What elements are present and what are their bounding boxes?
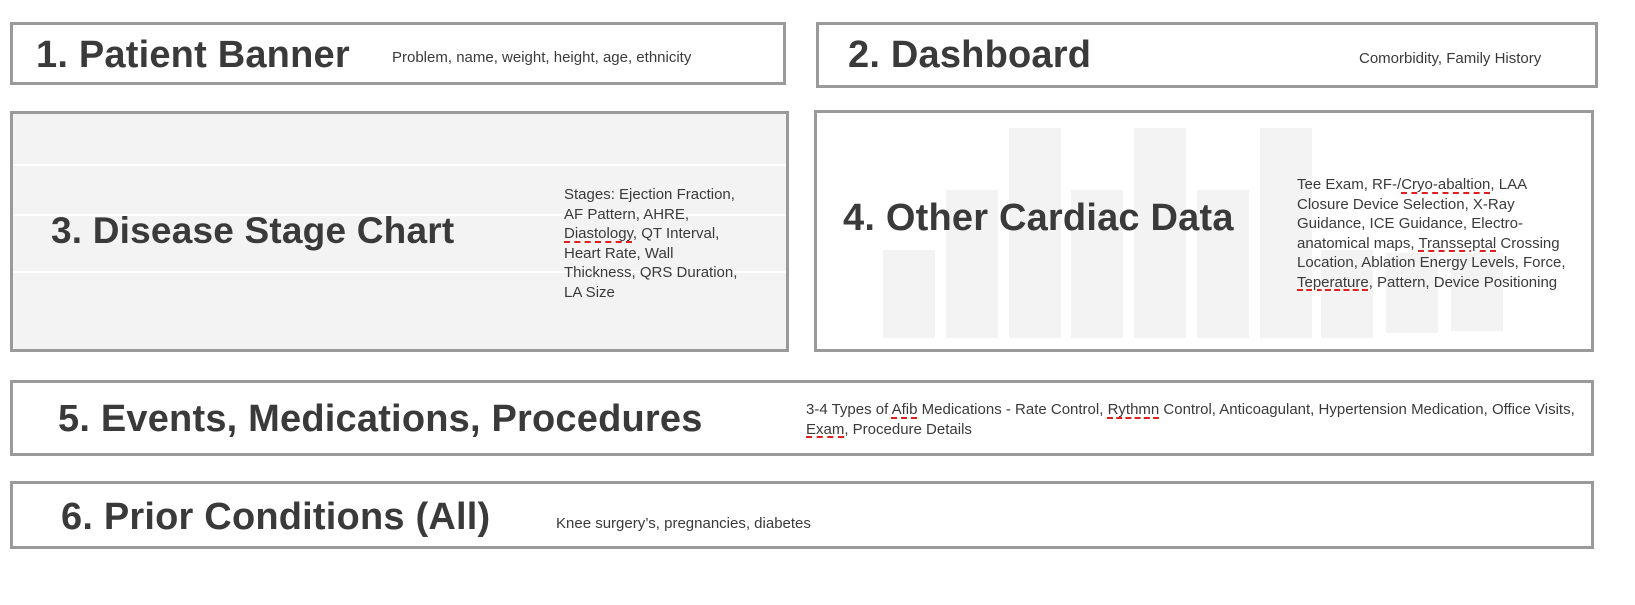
spellcheck-flagged-word: Teperature [1297,273,1369,291]
description-text: Medications - Rate Control, [917,401,1108,418]
patient-banner-title: 1. Patient Banner [36,34,350,76]
patient-banner-description: Problem, name, weight, height, age, ethn… [392,49,692,66]
diagram-canvas: 1. Patient Banner Problem, name, weight,… [0,0,1635,605]
description-text: , Procedure Details [844,420,972,438]
dashboard-box: 2. Dashboard Comorbidity, Family History [816,22,1598,88]
dashboard-description: Comorbidity, Family History [1359,50,1542,67]
spellcheck-flagged-word: Afib [891,401,918,418]
other-cardiac-data-description: Tee Exam, RF-/Cryo-abaltion, LAA Closure… [1297,175,1572,292]
events-medications-procedures-title: 5. Events, Medications, Procedures [58,398,703,440]
patient-banner-box: 1. Patient Banner Problem, name, weight,… [10,22,786,85]
description-text: , Pattern, Device Positioning [1368,273,1558,291]
events-medications-procedures-description: 3-4 Types of Afib Medications - Rate Con… [806,400,1586,439]
description-text: 3-4 Types of [806,401,892,418]
dashboard-title: 2. Dashboard [848,34,1092,76]
prior-conditions-box: 6. Prior Conditions (All) Knee surgery’s… [10,481,1594,549]
events-medications-procedures-box: 5. Events, Medications, Procedures 3-4 T… [10,380,1594,456]
other-cardiac-data-title: 4. Other Cardiac Data [843,197,1234,239]
spellcheck-flagged-word: Cryo-abaltion [1401,176,1491,193]
disease-stage-chart-title: 3. Disease Stage Chart [51,210,455,251]
description-text: Control, Anticoagulant, Hypertension Med… [1159,401,1575,418]
other-cardiac-data-box: 4. Other Cardiac Data Tee Exam, RF-/Cryo… [814,110,1594,352]
disease-stage-chart-description: Stages: Ejection Fraction, AF Pattern, A… [564,185,749,302]
spellcheck-flagged-word: Transseptal [1418,234,1497,252]
disease-stage-chart-box: 3. Disease Stage Chart Stages: Ejection … [10,111,789,352]
prior-conditions-title: 6. Prior Conditions (All) [61,496,491,538]
chart-gridline [13,164,786,166]
spellcheck-flagged-word: Exam [806,420,845,438]
spellcheck-flagged-word: Diastology [564,225,633,242]
description-text: Tee Exam, RF-/ [1297,176,1402,193]
background-bar [883,250,935,338]
description-text: Stages: Ejection Fraction, AF Pattern, A… [564,186,735,223]
prior-conditions-description: Knee surgery’s, pregnancies, diabetes [556,515,811,532]
spellcheck-flagged-word: Rythmn [1107,401,1160,418]
